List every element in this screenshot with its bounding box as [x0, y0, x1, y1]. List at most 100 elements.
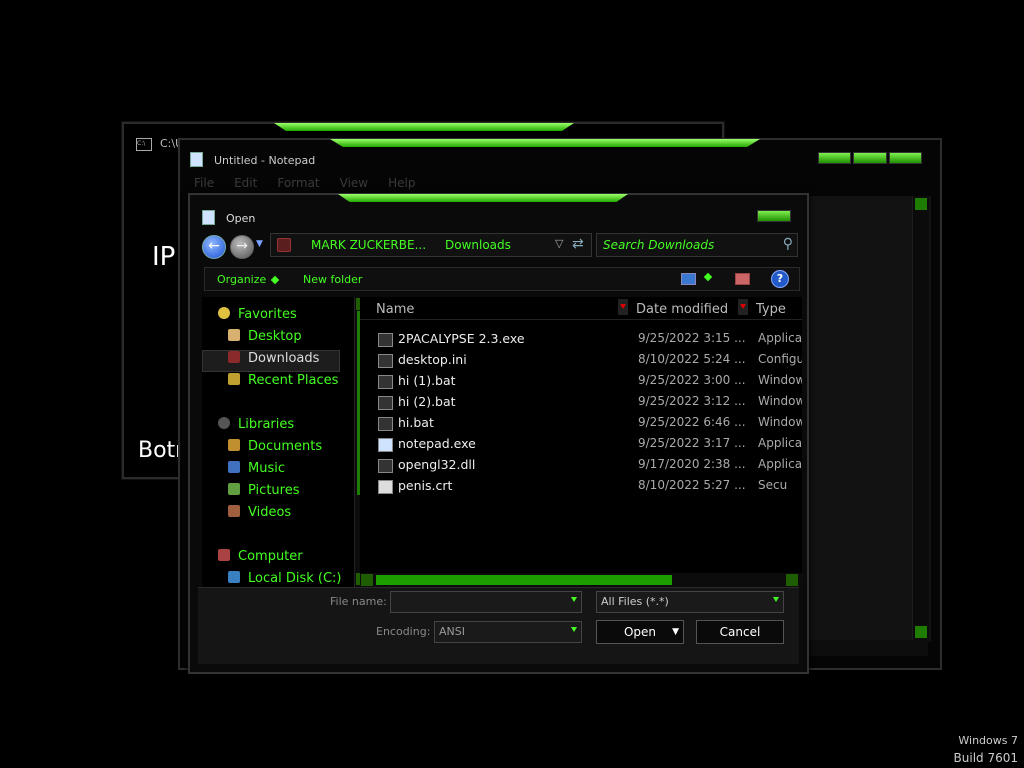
- documents-icon: [228, 439, 240, 451]
- search-input[interactable]: Search Downloads ⚲: [596, 233, 798, 257]
- open-dialog: Open ← → ▼ MARK ZUCKERBE... Downloads ▽ …: [188, 193, 809, 674]
- batch-file-icon: [378, 417, 393, 431]
- batch-file-icon: [378, 396, 393, 410]
- file-name-input[interactable]: [390, 591, 582, 613]
- nav-pictures[interactable]: Pictures: [228, 483, 299, 498]
- arrow-right-icon: →: [236, 238, 248, 254]
- notepad-menu-bar: File Edit Format View Help: [188, 176, 934, 194]
- certificate-icon: [378, 480, 393, 494]
- computer-icon: [218, 549, 230, 561]
- os-watermark-build: Build 7601: [953, 751, 1018, 765]
- menu-format[interactable]: Format: [277, 176, 319, 194]
- forward-button[interactable]: →: [230, 235, 254, 259]
- back-button[interactable]: ←: [202, 235, 226, 259]
- cancel-button[interactable]: Cancel: [696, 620, 784, 644]
- breadcrumb-downloads[interactable]: Downloads: [445, 238, 511, 252]
- change-view-icon[interactable]: [681, 273, 696, 285]
- history-dropdown[interactable]: ▼: [256, 239, 263, 249]
- star-icon: [218, 307, 230, 319]
- new-folder-button[interactable]: New folder: [303, 273, 362, 286]
- nav-computer[interactable]: Computer: [218, 549, 303, 564]
- column-header-date[interactable]: Date modified: [636, 302, 728, 317]
- chevron-down-icon[interactable]: ▼: [672, 621, 679, 643]
- chevron-down-icon[interactable]: [571, 627, 577, 632]
- menu-view[interactable]: View: [340, 176, 368, 194]
- close-button[interactable]: [888, 152, 922, 164]
- pictures-icon: [228, 483, 240, 495]
- batch-file-icon: [378, 375, 393, 389]
- dll-file-icon: [378, 459, 393, 473]
- console-exe-icon: [378, 333, 393, 347]
- file-list-horizontal-scrollbar[interactable]: [360, 573, 802, 587]
- disk-icon: [228, 571, 240, 583]
- title-glow-bar: [330, 139, 760, 147]
- recent-places-icon: [228, 373, 240, 385]
- dialog-title: Open: [226, 212, 256, 225]
- close-button[interactable]: [757, 210, 791, 222]
- os-watermark-name: Windows 7: [958, 734, 1018, 747]
- notepad-icon: [190, 152, 203, 167]
- menu-file[interactable]: File: [194, 176, 214, 194]
- chevron-down-icon[interactable]: ▽: [555, 237, 563, 250]
- cmd-text-ip: IP: [152, 242, 176, 272]
- desktop-icon: [228, 329, 240, 341]
- file-type-select[interactable]: All Files (*.*): [596, 591, 784, 613]
- sort-dropdown-icon[interactable]: [738, 299, 748, 315]
- settings-file-icon: [378, 354, 393, 368]
- command-bar: Organize New folder ?: [204, 267, 800, 291]
- preview-pane-icon[interactable]: [735, 273, 750, 285]
- menu-help[interactable]: Help: [388, 176, 415, 194]
- downloads-folder-icon: [228, 351, 240, 363]
- nav-favorites[interactable]: Favorites: [218, 307, 297, 322]
- address-bar[interactable]: MARK ZUCKERBE... Downloads ▽: [270, 233, 592, 257]
- encoding-label: Encoding:: [376, 625, 431, 638]
- minimize-button[interactable]: [818, 152, 852, 164]
- nav-libraries[interactable]: Libraries: [218, 417, 294, 432]
- column-header-type[interactable]: Type: [756, 302, 786, 317]
- music-icon: [228, 461, 240, 473]
- nav-documents[interactable]: Documents: [228, 439, 322, 454]
- notepad-exe-icon: [378, 438, 393, 452]
- nav-desktop[interactable]: Desktop: [228, 329, 302, 344]
- column-header-name[interactable]: Name: [376, 302, 414, 317]
- scroll-up-button[interactable]: [915, 198, 927, 210]
- nav-local-disk[interactable]: Local Disk (C:): [228, 571, 341, 586]
- nav-videos[interactable]: Videos: [228, 505, 291, 520]
- scroll-left-button[interactable]: [361, 574, 373, 586]
- caption-buttons: [818, 152, 922, 164]
- search-placeholder: Search Downloads: [603, 238, 715, 252]
- dropdown-diamond-icon: [271, 275, 280, 285]
- scroll-thumb[interactable]: [376, 575, 672, 585]
- maximize-button[interactable]: [853, 152, 887, 164]
- menu-edit[interactable]: Edit: [234, 176, 257, 194]
- help-icon[interactable]: ?: [771, 270, 789, 288]
- view-options-dropdown[interactable]: [703, 272, 713, 282]
- encoding-select[interactable]: ANSI: [434, 621, 582, 643]
- nav-downloads[interactable]: Downloads: [228, 351, 319, 366]
- scroll-right-button[interactable]: [786, 574, 798, 586]
- organize-button[interactable]: Organize: [217, 273, 280, 286]
- open-button[interactable]: Open ▼: [596, 620, 684, 644]
- nav-recent-places[interactable]: Recent Places: [228, 373, 338, 388]
- scroll-down-button[interactable]: [915, 626, 927, 638]
- libraries-icon: [218, 417, 230, 429]
- title-glow-bar: [274, 123, 574, 131]
- breadcrumb-user[interactable]: MARK ZUCKERBE...: [311, 238, 426, 252]
- arrow-left-icon: ←: [208, 238, 220, 254]
- refresh-icon[interactable]: ⇄: [572, 236, 584, 252]
- file-list: Name Date modified Type 2PACALYPSE 2.3.e…: [360, 297, 802, 587]
- chevron-down-icon[interactable]: [773, 597, 779, 602]
- notepad-horizontal-scrollbar[interactable]: [800, 640, 928, 656]
- videos-icon: [228, 505, 240, 517]
- search-icon[interactable]: ⚲: [783, 236, 793, 252]
- downloads-folder-icon: [277, 238, 291, 252]
- dialog-footer: File name: All Files (*.*) Encoding: ANS…: [198, 587, 799, 664]
- notepad-icon: [202, 210, 215, 225]
- sort-dropdown-icon[interactable]: [618, 299, 628, 315]
- notepad-title: Untitled - Notepad: [214, 154, 316, 167]
- chevron-down-icon[interactable]: [571, 597, 577, 602]
- notepad-vertical-scrollbar[interactable]: [912, 196, 929, 642]
- nav-music[interactable]: Music: [228, 461, 285, 476]
- column-headers: Name Date modified Type: [360, 297, 802, 320]
- file-name-label: File name:: [330, 595, 387, 608]
